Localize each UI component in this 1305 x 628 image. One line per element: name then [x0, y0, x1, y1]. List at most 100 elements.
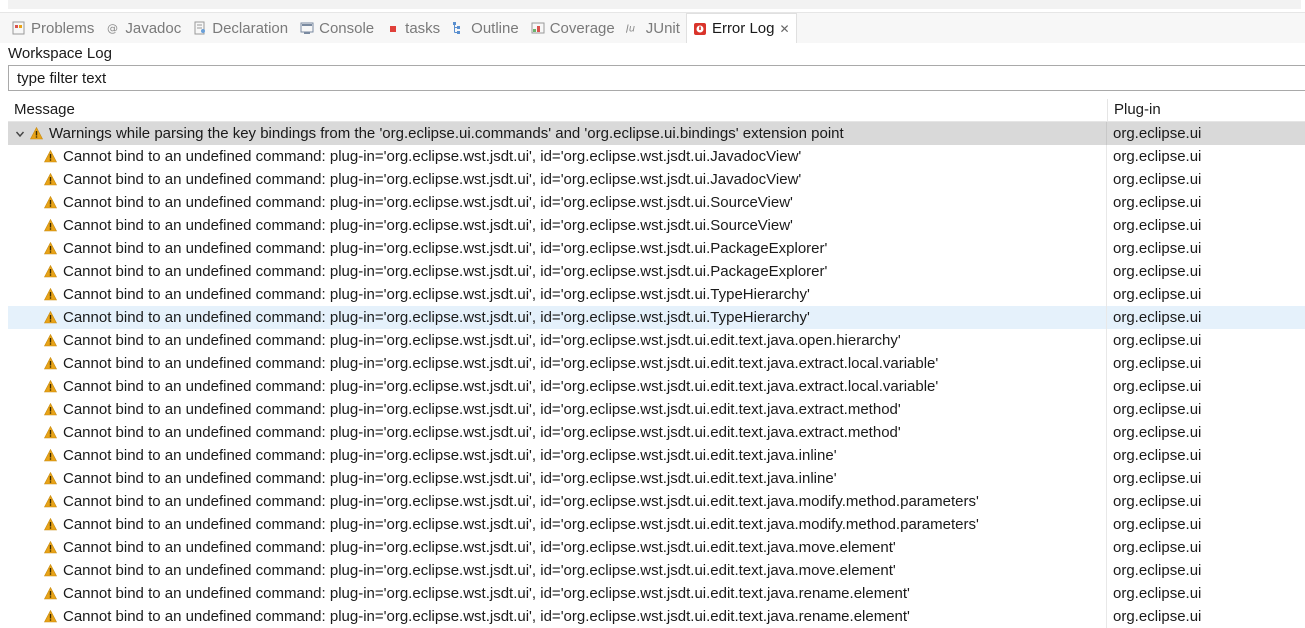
column-header-message[interactable]: Message — [14, 101, 75, 118]
table-row[interactable]: Cannot bind to an undefined command: plu… — [8, 352, 1305, 375]
plugin-cell: org.eclipse.ui — [1113, 470, 1202, 487]
tasks-icon — [385, 20, 401, 36]
javadoc-icon: @ — [105, 20, 121, 36]
message-text: Cannot bind to an undefined command: plu… — [63, 562, 896, 579]
message-cell: Cannot bind to an undefined command: plu… — [8, 605, 1107, 628]
table-row[interactable]: Cannot bind to an undefined command: plu… — [8, 467, 1305, 490]
message-cell: Cannot bind to an undefined command: plu… — [8, 467, 1107, 490]
tab-declaration[interactable]: Declaration — [187, 13, 294, 43]
column-header-plugin[interactable]: Plug-in — [1114, 101, 1161, 118]
table-row[interactable]: Cannot bind to an undefined command: plu… — [8, 214, 1305, 237]
warning-icon — [44, 610, 57, 623]
tab-outline[interactable]: Outline — [446, 13, 525, 43]
table-row[interactable]: Cannot bind to an undefined command: plu… — [8, 260, 1305, 283]
message-text: Cannot bind to an undefined command: plu… — [63, 539, 896, 556]
plugin-cell: org.eclipse.ui — [1113, 309, 1202, 326]
tab-label: Outline — [471, 19, 519, 37]
message-cell: Cannot bind to an undefined command: plu… — [8, 444, 1107, 467]
table-row[interactable]: Cannot bind to an undefined command: plu… — [8, 536, 1305, 559]
tab-label: Error Log — [711, 20, 775, 37]
tab-label: Problems — [31, 19, 95, 37]
table-row[interactable]: Cannot bind to an undefined command: plu… — [8, 191, 1305, 214]
tab-label: JUnit — [645, 19, 680, 37]
message-cell: Cannot bind to an undefined command: plu… — [8, 329, 1107, 352]
table-row[interactable]: Cannot bind to an undefined command: plu… — [8, 329, 1305, 352]
error-log-panel: Workspace Log type filter text Message P… — [0, 43, 1305, 628]
tab-coverage[interactable]: Coverage — [525, 13, 621, 43]
coverage-icon — [530, 20, 546, 36]
message-cell: Cannot bind to an undefined command: plu… — [8, 145, 1107, 168]
warning-icon — [44, 334, 57, 347]
message-text: Cannot bind to an undefined command: plu… — [63, 309, 810, 326]
table-row[interactable]: Cannot bind to an undefined command: plu… — [8, 513, 1305, 536]
plugin-cell: org.eclipse.ui — [1113, 240, 1202, 257]
tab-error-log[interactable]: Error Log ✕ — [685, 13, 797, 43]
top-toolbar-strip-inner — [8, 0, 1301, 9]
chevron-down-icon[interactable] — [14, 129, 26, 139]
message-text: Cannot bind to an undefined command: plu… — [63, 240, 828, 257]
table-row[interactable]: Cannot bind to an undefined command: plu… — [8, 375, 1305, 398]
warning-icon — [44, 288, 57, 301]
message-text: Cannot bind to an undefined command: plu… — [63, 148, 802, 165]
tab-label: tasks — [405, 19, 441, 37]
warning-icon — [44, 449, 57, 462]
warning-icon — [44, 426, 57, 439]
message-text: Cannot bind to an undefined command: plu… — [63, 286, 810, 303]
declaration-icon — [192, 20, 208, 36]
table-row[interactable]: Cannot bind to an undefined command: plu… — [8, 237, 1305, 260]
warning-icon — [44, 196, 57, 209]
plugin-cell: org.eclipse.ui — [1113, 539, 1202, 556]
error-log-icon — [692, 21, 708, 37]
table-row[interactable]: Cannot bind to an undefined command: plu… — [8, 605, 1305, 628]
message-text: Cannot bind to an undefined command: plu… — [63, 194, 793, 211]
table-row[interactable]: Cannot bind to an undefined command: plu… — [8, 168, 1305, 191]
message-text: Warnings while parsing the key bindings … — [49, 125, 844, 142]
tab-console[interactable]: Console — [294, 13, 380, 43]
table-row[interactable]: Cannot bind to an undefined command: plu… — [8, 490, 1305, 513]
plugin-cell: org.eclipse.ui — [1113, 332, 1202, 349]
table-row[interactable]: Cannot bind to an undefined command: plu… — [8, 559, 1305, 582]
message-text: Cannot bind to an undefined command: plu… — [63, 493, 979, 510]
message-text: Cannot bind to an undefined command: plu… — [63, 447, 837, 464]
svg-text:@: @ — [107, 22, 118, 35]
message-cell: Cannot bind to an undefined command: plu… — [8, 283, 1107, 306]
warning-icon — [44, 150, 57, 163]
table-row[interactable]: Cannot bind to an undefined command: plu… — [8, 398, 1305, 421]
column-divider[interactable] — [1107, 99, 1108, 121]
table-row[interactable]: Cannot bind to an undefined command: plu… — [8, 306, 1305, 329]
warning-icon — [44, 495, 57, 508]
message-text: Cannot bind to an undefined command: plu… — [63, 171, 802, 188]
message-text: Cannot bind to an undefined command: plu… — [63, 378, 939, 395]
plugin-cell: org.eclipse.ui — [1113, 148, 1202, 165]
warning-icon — [44, 311, 57, 324]
message-cell: Cannot bind to an undefined command: plu… — [8, 490, 1107, 513]
message-text: Cannot bind to an undefined command: plu… — [63, 608, 910, 625]
message-cell: Cannot bind to an undefined command: plu… — [8, 168, 1107, 191]
table-row[interactable]: Cannot bind to an undefined command: plu… — [8, 145, 1305, 168]
tab-javadoc[interactable]: @ Javadoc — [100, 13, 187, 43]
tab-tasks[interactable]: tasks — [380, 13, 446, 43]
close-icon[interactable]: ✕ — [779, 22, 789, 36]
warning-icon — [44, 265, 57, 278]
warning-icon — [30, 127, 43, 140]
table-row[interactable]: Cannot bind to an undefined command: plu… — [8, 444, 1305, 467]
plugin-cell: org.eclipse.ui — [1113, 263, 1202, 280]
tab-problems[interactable]: Problems — [6, 13, 100, 43]
table-row[interactable]: Cannot bind to an undefined command: plu… — [8, 582, 1305, 605]
message-cell: Cannot bind to an undefined command: plu… — [8, 214, 1107, 237]
group-row[interactable]: Warnings while parsing the key bindings … — [8, 122, 1305, 145]
message-cell: Cannot bind to an undefined command: plu… — [8, 306, 1107, 329]
plugin-cell: org.eclipse.ui — [1113, 516, 1202, 533]
filter-input[interactable]: type filter text — [8, 65, 1305, 91]
tab-junit[interactable]: Ju JUnit — [621, 13, 686, 43]
table-row[interactable]: Cannot bind to an undefined command: plu… — [8, 421, 1305, 444]
warning-icon — [44, 564, 57, 577]
message-cell: Warnings while parsing the key bindings … — [8, 122, 1107, 145]
plugin-cell: org.eclipse.ui — [1113, 585, 1202, 602]
message-text: Cannot bind to an undefined command: plu… — [63, 424, 901, 441]
message-text: Cannot bind to an undefined command: plu… — [63, 217, 793, 234]
warning-icon — [44, 403, 57, 416]
plugin-cell: org.eclipse.ui — [1113, 355, 1202, 372]
message-text: Cannot bind to an undefined command: plu… — [63, 332, 901, 349]
table-row[interactable]: Cannot bind to an undefined command: plu… — [8, 283, 1305, 306]
